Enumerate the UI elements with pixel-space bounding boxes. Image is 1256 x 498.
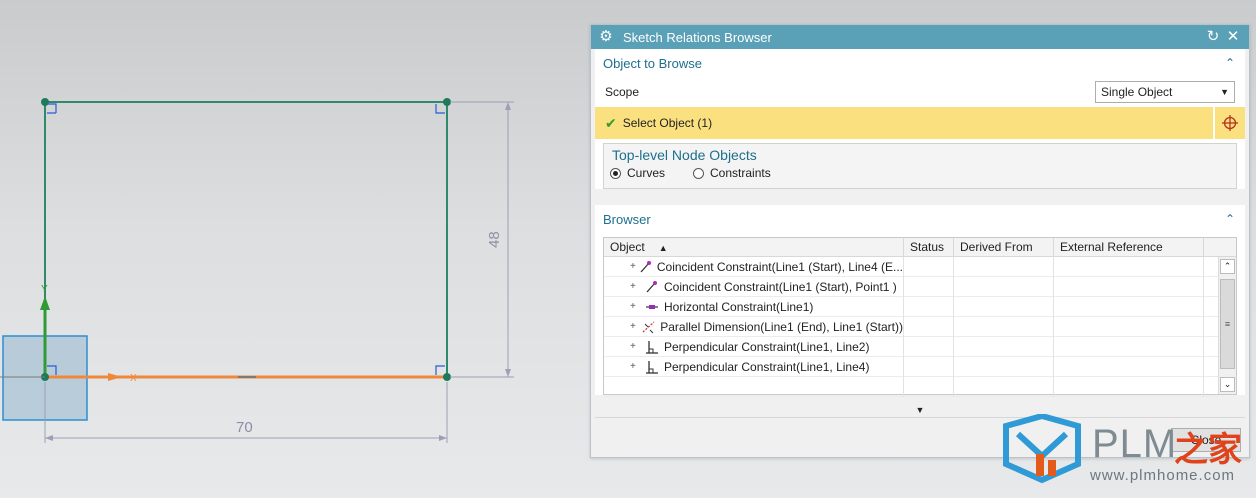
top-level-node-title: Top-level Node Objects bbox=[612, 147, 757, 163]
scope-select[interactable]: Single Object ▼ bbox=[1095, 81, 1235, 103]
table-row[interactable]: + Parallel Dimension(Line1 (End), Line1 … bbox=[604, 317, 1218, 337]
crosshair-button[interactable] bbox=[1213, 107, 1245, 139]
sketch-relations-browser-dialog: ⚙ Sketch Relations Browser ↻ ✕ Object to… bbox=[590, 24, 1250, 458]
radio-constraints[interactable]: Constraints bbox=[693, 166, 771, 180]
table-row[interactable]: + Perpendicular Constraint(Line1, Line2) bbox=[604, 337, 1218, 357]
expand-icon[interactable]: + bbox=[630, 297, 642, 317]
coincident-icon bbox=[644, 280, 660, 294]
horizontal-icon bbox=[644, 300, 660, 314]
table-row[interactable]: + Coincident Constraint(Line1 (Start), P… bbox=[604, 277, 1218, 297]
sketch-drawing: Y X bbox=[0, 98, 514, 443]
sort-ascending-icon: ▲ bbox=[658, 243, 668, 253]
chevron-down-icon: ▼ bbox=[1220, 87, 1229, 97]
browser-header[interactable]: Browser ⌃ bbox=[595, 205, 1245, 233]
expand-icon[interactable]: + bbox=[630, 277, 642, 297]
expand-icon[interactable]: + bbox=[630, 317, 640, 337]
crosshair-icon bbox=[1222, 115, 1238, 131]
browser-section: Browser ⌃ Object ▲ Status Derived From Ex… bbox=[595, 205, 1245, 397]
y-axis-arrow bbox=[40, 296, 50, 310]
chevron-down-icon: ▼ bbox=[915, 405, 925, 415]
dimension-70-label[interactable]: 70 bbox=[236, 419, 253, 436]
table-row[interactable]: + Coincident Constraint(Line1 (Start), L… bbox=[604, 257, 1218, 277]
top-level-node-group: Top-level Node Objects Curves Constraint… bbox=[603, 143, 1237, 189]
tree-header: Object ▲ Status Derived From External Ref… bbox=[604, 238, 1236, 257]
object-to-browse-section: Object to Browse ⌃ Scope Single Object ▼… bbox=[595, 49, 1245, 189]
expand-icon[interactable]: + bbox=[630, 257, 637, 277]
point-bottom-right bbox=[443, 373, 451, 381]
watermark-brand: PLM bbox=[1092, 422, 1178, 466]
scope-select-value: Single Object bbox=[1101, 85, 1173, 99]
tree-body: + Coincident Constraint(Line1 (Start), L… bbox=[604, 257, 1218, 397]
scope-row: Scope Single Object ▼ bbox=[595, 77, 1245, 107]
select-object-label: Select Object (1) bbox=[622, 116, 713, 130]
watermark-url: www.plmhome.com bbox=[1090, 467, 1236, 484]
object-to-browse-title: Object to Browse bbox=[603, 55, 702, 71]
point-top-right bbox=[443, 98, 451, 106]
select-object-field[interactable]: ✔ Select Object (1) bbox=[595, 107, 1213, 139]
radio-constraints-label: Constraints bbox=[710, 166, 771, 180]
vertical-scrollbar[interactable]: ⌃ ≡ ⌄ bbox=[1218, 257, 1236, 394]
plmhome-watermark: PLM 之家 www.plmhome.com bbox=[1002, 412, 1252, 494]
chevron-up-icon[interactable]: ⌃ bbox=[1223, 56, 1237, 70]
chevron-up-icon[interactable]: ⌃ bbox=[1223, 212, 1237, 226]
col-status[interactable]: Status bbox=[904, 238, 954, 256]
browser-title: Browser bbox=[603, 211, 651, 227]
watermark-brand-cn: 之家 bbox=[1174, 431, 1242, 469]
x-axis-arrow bbox=[108, 373, 122, 381]
y-axis-label: Y bbox=[41, 284, 48, 295]
row-label: Parallel Dimension(Line1 (End), Line1 (S… bbox=[660, 320, 903, 334]
dialog-title: Sketch Relations Browser bbox=[623, 29, 772, 45]
row-label: Perpendicular Constraint(Line1, Line2) bbox=[664, 340, 870, 354]
scroll-down-button[interactable]: ⌄ bbox=[1220, 377, 1235, 392]
perp-symbol-tr bbox=[435, 104, 445, 114]
perpendicular-icon bbox=[644, 340, 660, 354]
plmhome-logo-icon bbox=[1003, 414, 1081, 484]
scroll-thumb[interactable]: ≡ bbox=[1220, 279, 1235, 369]
radio-curves[interactable]: Curves bbox=[610, 166, 665, 180]
table-row-empty bbox=[604, 377, 1218, 397]
coincident-icon bbox=[639, 260, 653, 274]
gear-icon: ⚙ bbox=[599, 28, 613, 45]
object-to-browse-header[interactable]: Object to Browse ⌃ bbox=[595, 49, 1245, 77]
row-label: Horizontal Constraint(Line1) bbox=[664, 300, 814, 314]
select-object-row[interactable]: ✔ Select Object (1) bbox=[595, 107, 1245, 139]
row-label: Coincident Constraint(Line1 (Start), Lin… bbox=[656, 260, 903, 274]
perp-symbol-br bbox=[435, 365, 445, 375]
expand-icon[interactable]: + bbox=[630, 337, 642, 357]
checkmark-icon: ✔ bbox=[605, 114, 617, 131]
parallel-dimension-icon bbox=[642, 320, 656, 334]
table-row[interactable]: + Perpendicular Constraint(Line1, Line4) bbox=[604, 357, 1218, 377]
perpendicular-icon bbox=[644, 360, 660, 374]
scope-label: Scope bbox=[605, 85, 640, 99]
close-icon[interactable]: ✕ bbox=[1223, 27, 1243, 47]
point-top-left bbox=[41, 98, 49, 106]
x-axis-label: X bbox=[130, 373, 137, 384]
radio-curves-label: Curves bbox=[627, 166, 666, 180]
relations-tree: Object ▲ Status Derived From External Ref… bbox=[603, 237, 1237, 397]
reset-icon[interactable]: ↻ bbox=[1203, 27, 1223, 47]
sketch-canvas[interactable]: Y X 70 48 bbox=[0, 0, 590, 498]
row-label: Coincident Constraint(Line1 (Start), Poi… bbox=[664, 280, 897, 294]
radio-curves-dot[interactable] bbox=[610, 167, 621, 179]
radio-constraints-dot[interactable] bbox=[693, 167, 705, 179]
scroll-up-button[interactable]: ⌃ bbox=[1220, 259, 1235, 274]
top-level-radio-group: Curves Constraints bbox=[610, 166, 1230, 180]
expand-icon[interactable]: + bbox=[630, 357, 642, 377]
dimension-48-label[interactable]: 48 bbox=[486, 231, 503, 248]
col-object[interactable]: Object ▲ bbox=[604, 238, 904, 256]
perp-symbol-tl bbox=[47, 103, 57, 114]
row-label: Perpendicular Constraint(Line1, Line4) bbox=[664, 360, 870, 374]
dialog-titlebar[interactable]: ⚙ Sketch Relations Browser ↻ ✕ bbox=[591, 25, 1249, 49]
table-row[interactable]: + Horizontal Constraint(Line1) bbox=[604, 297, 1218, 317]
col-derived-from[interactable]: Derived From bbox=[954, 238, 1054, 256]
col-external-reference[interactable]: External Reference bbox=[1054, 238, 1204, 256]
